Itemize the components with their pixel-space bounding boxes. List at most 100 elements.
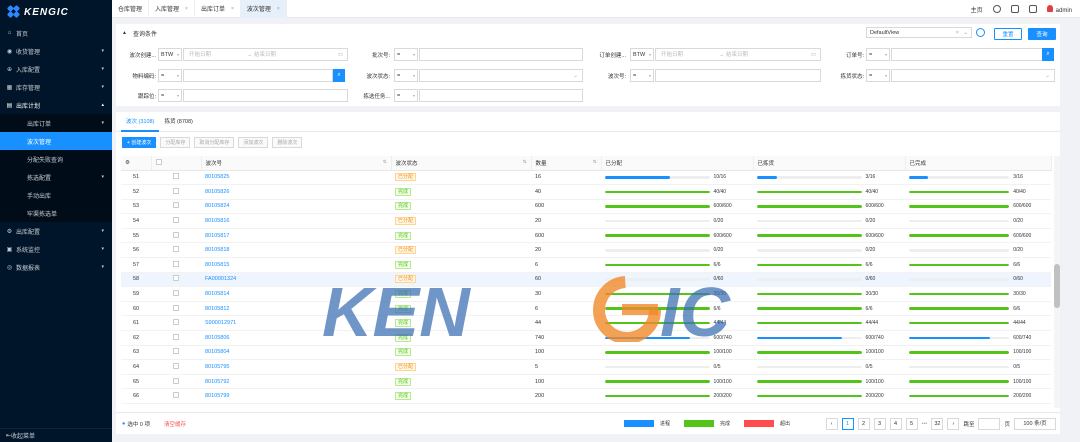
wave-no-link[interactable]: 80105792 — [205, 379, 229, 385]
row-checkbox[interactable] — [173, 231, 179, 238]
create-wave-button[interactable]: + 创建波次 — [122, 136, 157, 148]
order-no-search-icon[interactable]: ⌕ — [1042, 48, 1054, 61]
jump-page-input[interactable] — [978, 417, 1001, 430]
grid-icon[interactable] — [1010, 5, 1019, 13]
row-checkbox[interactable] — [173, 202, 179, 209]
sidebar-item-6[interactable]: 波次管理 — [0, 132, 112, 150]
sidebar-item-13[interactable]: ◎ 数据报表 ▾ — [0, 258, 112, 276]
table-row[interactable]: 53 80105824 完成 600 600/600 600/600 600/600 — [121, 199, 1051, 215]
page-size-select[interactable]: 100 条/页 — [1014, 417, 1056, 430]
wave-status-select[interactable]: ⌄ — [419, 69, 583, 82]
table-row[interactable]: 56 80105818 已分配 20 0/20 0/20 0/20 — [121, 242, 1051, 259]
order-create-range[interactable]: 开始日期 → 结束日期 ▭ — [655, 48, 821, 61]
scrollbar-thumb[interactable] — [1054, 264, 1060, 308]
page-1-button[interactable]: 1 — [841, 417, 854, 430]
clear-icon[interactable]: × — [956, 28, 959, 38]
view-settings-icon[interactable] — [976, 28, 985, 37]
sidebar-item-1[interactable]: ◉ 收货管理 ▾ — [0, 42, 112, 60]
sidebar-item-0[interactable]: ⌂ 首页 — [0, 24, 112, 42]
wave-no-link[interactable]: 80105814 — [205, 291, 229, 297]
tab-2[interactable]: 出库订单 × — [195, 0, 241, 18]
wave-no-link[interactable]: 80105816 — [205, 218, 229, 224]
sidebar-item-12[interactable]: ▣ 系统监控 ▾ — [0, 240, 112, 258]
wave-no-link[interactable]: 80105826 — [205, 189, 229, 195]
wave-no-link[interactable]: 80105804 — [205, 349, 229, 355]
row-checkbox[interactable] — [173, 217, 179, 224]
close-icon[interactable]: × — [231, 6, 234, 12]
add-wave-button[interactable]: 添加波次 — [238, 136, 269, 148]
wave-create-op[interactable]: BTW ▾ — [158, 48, 182, 61]
settings-icon[interactable] — [992, 5, 1001, 13]
table-row[interactable]: 62 80105806 完成 740 600/740 600/740 600/740 — [121, 330, 1051, 346]
user-menu[interactable]: admin — [1046, 4, 1072, 14]
row-checkbox[interactable] — [173, 260, 179, 267]
wave-no-link[interactable]: 80105815 — [205, 262, 229, 268]
row-checkbox[interactable] — [173, 173, 179, 180]
close-icon[interactable]: × — [277, 6, 280, 12]
row-checkbox[interactable] — [173, 304, 179, 311]
table-row[interactable]: 65 80105792 完成 100 100/100 100/100 100/100 — [121, 374, 1051, 390]
image-icon[interactable] — [1028, 5, 1037, 13]
wave-no-op[interactable]: = ▾ — [630, 69, 654, 82]
next-page-button[interactable]: › — [947, 417, 960, 430]
pick-status-op[interactable]: = ▾ — [866, 69, 890, 82]
wave-status-header[interactable]: 波次状态 ⇅ — [391, 156, 532, 171]
tab-0[interactable]: 仓库管理 — [112, 0, 150, 18]
cancel-allocate-button[interactable]: 取消分配库存 — [194, 136, 235, 148]
batch-op[interactable]: = ▾ — [394, 48, 418, 61]
wave-create-range[interactable]: 开始日期 → 结束日期 ▭ — [183, 48, 348, 61]
sidebar-item-7[interactable]: 分配失败查询 — [0, 150, 112, 168]
row-checkbox[interactable] — [173, 319, 179, 326]
page-3-button[interactable]: 3 — [873, 417, 886, 430]
sidebar-item-9[interactable]: 手动出库 — [0, 186, 112, 204]
table-row[interactable]: 61 S900012971 完成 44 44/44 44/44 44/44 — [121, 315, 1051, 332]
quantity-header[interactable]: 数量 ⇅ — [531, 156, 602, 171]
row-checkbox[interactable] — [173, 348, 179, 355]
table-row[interactable]: 55 80105817 完成 600 600/600 600/600 600/600 — [121, 228, 1051, 244]
order-create-op[interactable]: BTW ▾ — [630, 48, 654, 61]
row-checkbox[interactable] — [173, 275, 179, 282]
brand-logo[interactable]: KENGIC — [0, 0, 112, 24]
table-row[interactable]: 54 80105816 已分配 20 0/20 0/20 0/20 — [121, 213, 1051, 229]
wave-no-link[interactable]: S900012971 — [205, 320, 236, 326]
select-all[interactable] — [151, 156, 202, 171]
order-no-op[interactable]: = ▾ — [866, 48, 890, 61]
wave-no-link[interactable]: 80105817 — [205, 233, 229, 239]
sort-icon[interactable]: ⇅ — [593, 159, 597, 165]
prev-page-button[interactable]: ‹ — [825, 417, 838, 430]
table-row[interactable]: 59 80105814 完成 30 30/30 30/30 30/30 — [121, 286, 1051, 302]
material-op[interactable]: = ▾ — [158, 69, 182, 82]
row-checkbox[interactable] — [173, 333, 179, 340]
wave-no-link[interactable]: 80105824 — [205, 203, 229, 209]
page-ellipsis[interactable]: ••• — [922, 421, 928, 427]
search-button[interactable]: 查询 — [1028, 28, 1056, 40]
order-no-input[interactable] — [891, 48, 1043, 61]
pick-task-op[interactable]: = ▾ — [394, 89, 418, 102]
row-checkbox[interactable] — [173, 246, 179, 253]
sidebar-item-8[interactable]: 拣选配置 ▾ — [0, 168, 112, 186]
pick-task-input[interactable] — [419, 89, 583, 102]
allocated-header[interactable]: 已分配 — [601, 156, 754, 171]
sort-icon[interactable]: ⇅ — [523, 159, 527, 165]
tracking-op[interactable]: = ▾ — [158, 89, 182, 102]
table-row[interactable]: 51 80105825 已分配 16 10/16 3/16 3/16 — [121, 170, 1051, 186]
wave-no-link[interactable]: FA00001324 — [205, 276, 236, 282]
row-checkbox[interactable] — [173, 187, 179, 194]
material-search-icon[interactable]: ⌕ — [333, 69, 345, 82]
page-4-button[interactable]: 4 — [889, 417, 902, 430]
wave-no-input[interactable] — [655, 69, 821, 82]
wave-no-header[interactable]: 波次号 ⇅ — [201, 156, 392, 171]
pick-status-select[interactable]: ⌄ — [891, 69, 1055, 82]
material-input[interactable] — [183, 69, 333, 82]
row-checkbox[interactable] — [173, 392, 179, 399]
wave-no-link[interactable]: 80105812 — [205, 306, 229, 312]
grid-tab-0[interactable]: 波次 (3108) — [121, 112, 160, 132]
wave-no-link[interactable]: 80105806 — [205, 335, 229, 341]
vertical-scrollbar[interactable] — [1054, 156, 1060, 408]
gear-icon[interactable]: ⚙ — [125, 160, 130, 166]
allocate-stock-button[interactable]: 分配库存 — [160, 136, 191, 148]
tab-1[interactable]: 入库管理 × — [149, 0, 195, 18]
grid-tab-1[interactable]: 拣货 (8708) — [159, 112, 197, 132]
clear-cache-link[interactable]: 清空缓存 — [164, 420, 186, 428]
table-row[interactable]: 57 80105815 完成 6 6/6 6/6 6/6 — [121, 257, 1051, 273]
